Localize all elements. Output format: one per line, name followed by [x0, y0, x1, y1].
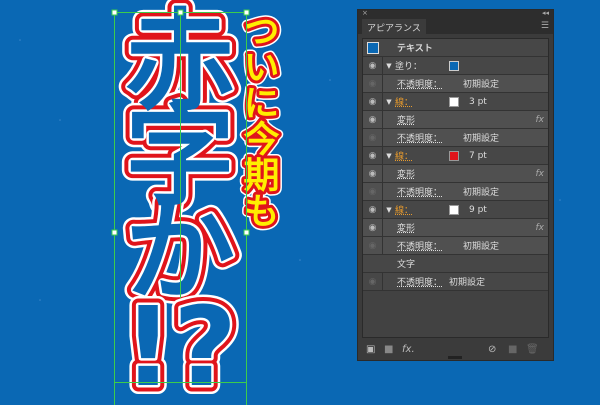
- characters-label: 文字: [397, 260, 416, 270]
- effect-row[interactable]: ◉ 変形 fx: [363, 165, 548, 183]
- expand-triangle-icon[interactable]: ▼: [383, 98, 395, 106]
- resize-handle[interactable]: [177, 9, 184, 16]
- duplicate-item-icon[interactable]: ■: [508, 344, 517, 355]
- collapse-panel-button[interactable]: ◂◂: [542, 9, 549, 17]
- close-panel-button[interactable]: ×: [362, 9, 368, 17]
- fill-swatch[interactable]: [449, 61, 459, 71]
- stroke-swatch[interactable]: [449, 205, 459, 215]
- resize-handle[interactable]: [243, 229, 250, 236]
- appearance-list: テキスト ◉ ▼ 塗り： ◉ 不透明度： 初期設定 ◉ ▼ 線： 3 pt ◉ 変形 fx ◉ 不透…: [362, 38, 549, 338]
- effect-row[interactable]: ◉ 変形 fx: [363, 111, 548, 129]
- stroke-link[interactable]: 線：: [395, 203, 413, 216]
- characters-row[interactable]: 文字: [363, 255, 548, 273]
- eye-icon[interactable]: ◉: [363, 219, 383, 236]
- opacity-row[interactable]: ◉ 不透明度： 初期設定: [363, 273, 548, 291]
- stroke-weight[interactable]: 9 pt: [469, 205, 487, 215]
- add-effect-button[interactable]: fx.: [402, 344, 415, 355]
- eye-icon[interactable]: ◉: [363, 183, 383, 200]
- add-new-stroke-icon[interactable]: ▣: [366, 344, 375, 355]
- stroke-row[interactable]: ◉ ▼ 線： 3 pt: [363, 93, 548, 111]
- panel-footer: ▣ ■ fx. ⊘ ■ 🗑: [358, 338, 553, 360]
- appearance-panel: × ◂◂ アピアランス ☰ テキスト ◉ ▼ 塗り： ◉ 不透明度： 初期設定 ◉ ▼ 線： 3…: [357, 9, 554, 361]
- opacity-value: 初期設定: [463, 134, 500, 144]
- panel-menu-icon[interactable]: ☰: [541, 21, 549, 31]
- resize-handle[interactable]: [111, 229, 118, 236]
- headline-char: !?: [123, 283, 237, 405]
- fx-icon[interactable]: fx: [536, 169, 545, 179]
- stroke-row[interactable]: ◉ ▼ 線： 7 pt: [363, 147, 548, 165]
- fx-icon[interactable]: fx: [536, 115, 545, 125]
- delete-item-icon[interactable]: 🗑: [526, 344, 539, 355]
- stroke-link[interactable]: 線：: [395, 95, 413, 108]
- clear-appearance-icon[interactable]: ⊘: [488, 344, 496, 355]
- tab-appearance[interactable]: アピアランス: [362, 19, 426, 34]
- fill-thumbnail: [367, 42, 379, 54]
- object-type-label: テキスト: [397, 44, 433, 54]
- eye-icon[interactable]: ◉: [363, 201, 383, 218]
- add-new-fill-icon[interactable]: ■: [384, 344, 393, 355]
- eye-icon[interactable]: ◉: [363, 129, 383, 146]
- resize-handle[interactable]: [243, 9, 250, 16]
- sub-headline-text: ついに今期も: [238, 12, 280, 228]
- eye-icon[interactable]: ◉: [363, 111, 383, 128]
- transform-effect-link[interactable]: 変形: [397, 113, 415, 126]
- eye-icon[interactable]: ◉: [363, 75, 383, 92]
- stroke-link[interactable]: 線：: [395, 149, 413, 162]
- fill-row[interactable]: ◉ ▼ 塗り：: [363, 57, 548, 75]
- opacity-row[interactable]: ◉ 不透明度： 初期設定: [363, 129, 548, 147]
- eye-icon[interactable]: ◉: [363, 93, 383, 110]
- opacity-link[interactable]: 不透明度：: [397, 131, 442, 144]
- resize-grip[interactable]: [448, 356, 462, 359]
- expand-triangle-icon[interactable]: ▼: [383, 206, 395, 214]
- opacity-value: 初期設定: [463, 188, 500, 198]
- opacity-link[interactable]: 不透明度：: [397, 77, 442, 90]
- eye-icon[interactable]: ◉: [363, 237, 383, 254]
- opacity-row[interactable]: ◉ 不透明度： 初期設定: [363, 183, 548, 201]
- opacity-link[interactable]: 不透明度：: [397, 239, 442, 252]
- opacity-link[interactable]: 不透明度：: [397, 185, 442, 198]
- expand-triangle-icon[interactable]: ▼: [383, 152, 395, 160]
- opacity-value: 初期設定: [449, 278, 486, 288]
- opacity-value: 初期設定: [463, 242, 500, 252]
- opacity-row[interactable]: ◉ 不透明度： 初期設定: [363, 75, 548, 93]
- transform-effect-link[interactable]: 変形: [397, 167, 415, 180]
- sub-headline[interactable]: ついに今期も: [238, 12, 280, 228]
- expand-triangle-icon[interactable]: ▼: [383, 62, 395, 70]
- stroke-weight[interactable]: 3 pt: [469, 97, 487, 107]
- stroke-row[interactable]: ◉ ▼ 線： 9 pt: [363, 201, 548, 219]
- eye-icon[interactable]: ◉: [363, 165, 383, 182]
- header-row[interactable]: テキスト: [363, 39, 548, 57]
- resize-handle[interactable]: [111, 9, 118, 16]
- fill-label: 塗り：: [395, 62, 423, 72]
- eye-icon[interactable]: ◉: [363, 147, 383, 164]
- transform-effect-link[interactable]: 変形: [397, 221, 415, 234]
- fx-icon[interactable]: fx: [536, 223, 545, 233]
- effect-row[interactable]: ◉ 変形 fx: [363, 219, 548, 237]
- eye-icon[interactable]: ◉: [363, 57, 383, 74]
- opacity-row[interactable]: ◉ 不透明度： 初期設定: [363, 237, 548, 255]
- opacity-value: 初期設定: [463, 80, 500, 90]
- stroke-swatch[interactable]: [449, 151, 459, 161]
- stroke-swatch[interactable]: [449, 97, 459, 107]
- opacity-link[interactable]: 不透明度：: [397, 275, 442, 288]
- eye-icon[interactable]: ◉: [363, 273, 383, 290]
- stroke-weight[interactable]: 7 pt: [469, 151, 487, 161]
